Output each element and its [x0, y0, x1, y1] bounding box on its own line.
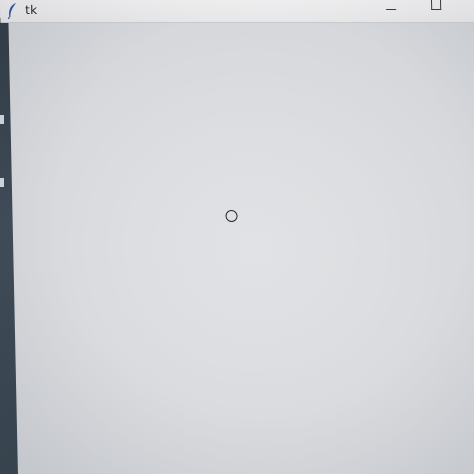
minimize-icon	[386, 9, 397, 10]
maximize-button[interactable]	[416, 0, 456, 22]
tk-window: tk	[0, 0, 474, 474]
screen: tk	[0, 0, 474, 474]
cursor-ring-icon	[225, 210, 238, 222]
tk-client-area[interactable]	[8, 23, 474, 474]
title-bar[interactable]: tk	[0, 0, 474, 23]
maximize-icon	[431, 0, 442, 10]
minimize-button[interactable]	[372, 0, 412, 22]
tk-feather-icon	[6, 2, 18, 20]
window-title: tk	[25, 3, 38, 17]
